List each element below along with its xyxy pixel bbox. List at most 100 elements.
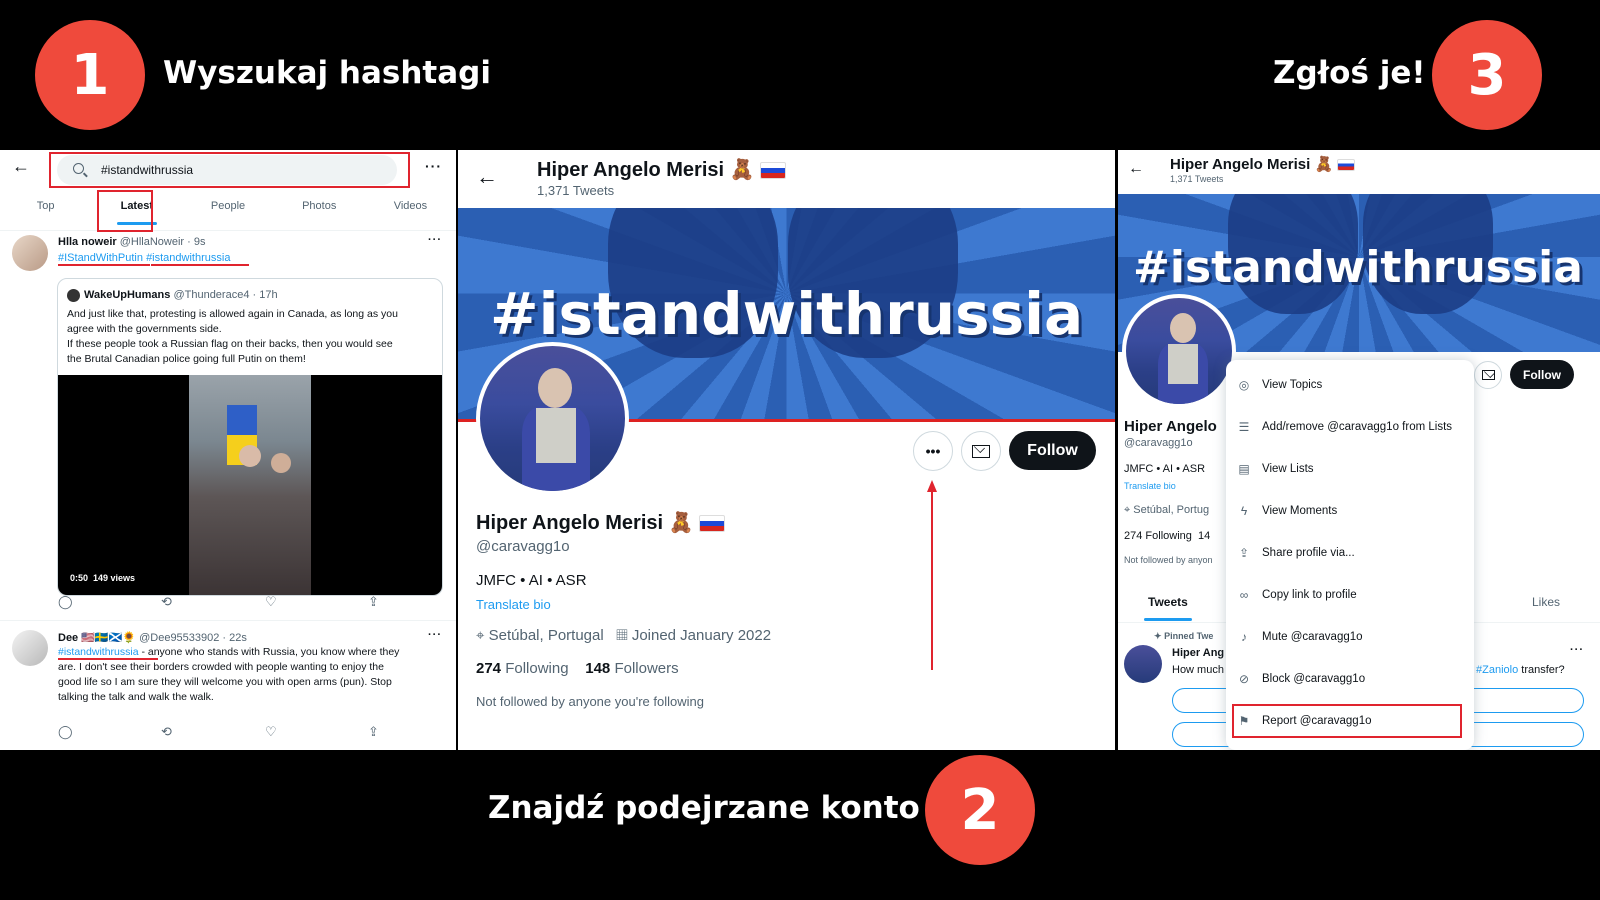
menu-label: View Lists bbox=[1262, 463, 1314, 475]
protester bbox=[239, 445, 261, 467]
translate-bio-link[interactable]: Translate bio bbox=[476, 597, 551, 612]
following-link[interactable]: 274 Following bbox=[1124, 530, 1192, 542]
menu-view-lists[interactable]: ▤ View Lists bbox=[1226, 448, 1474, 490]
retweet-icon[interactable]: ⟲ bbox=[161, 594, 172, 610]
profile-name: Hiper Angelo bbox=[1124, 418, 1217, 435]
hashtag-underline bbox=[151, 264, 249, 266]
follow-button[interactable]: Follow bbox=[1009, 431, 1096, 470]
tab-photos[interactable]: Photos bbox=[274, 195, 365, 230]
author-name[interactable]: Hlla noweir bbox=[58, 236, 117, 248]
step-2-number: 2 bbox=[960, 777, 1000, 843]
profile-bio: JMFC • AI • ASR bbox=[1124, 463, 1206, 475]
joined-text: Joined January 2022 bbox=[631, 627, 772, 644]
more-options-button[interactable]: ••• bbox=[913, 431, 953, 471]
menu-label: Block @caravagg1o bbox=[1262, 673, 1366, 685]
profile-name-text: Hiper Angelo Merisi 🧸 bbox=[476, 512, 694, 534]
envelope-icon bbox=[1481, 370, 1495, 380]
profile-avatar[interactable] bbox=[476, 342, 629, 495]
tab-top[interactable]: Top bbox=[0, 195, 91, 230]
search-results-panel: ← #istandwithrussia ··· Top Latest Peopl… bbox=[0, 150, 456, 750]
tweet-author: Hlla noweir @HllaNoweir · 9s bbox=[58, 236, 206, 248]
more-options-icon[interactable]: ··· bbox=[425, 158, 442, 174]
hashtag-link[interactable]: #istandwithrussia bbox=[146, 252, 230, 264]
author-handle: @HllaNoweir · 9s bbox=[119, 236, 206, 248]
hashtag-link[interactable]: #Zaniolo bbox=[1476, 664, 1518, 676]
russia-flag-icon bbox=[760, 162, 787, 180]
menu-label: Add/remove @caravagg1o from Lists bbox=[1262, 421, 1453, 433]
share-icon: ⇪ bbox=[1238, 546, 1250, 560]
header-name: Hiper Angelo Merisi 🧸 bbox=[537, 157, 787, 182]
menu-label: Share profile via... bbox=[1262, 547, 1355, 559]
lists-icon: ▤ bbox=[1238, 462, 1250, 476]
video-player[interactable]: 0:50 149 views bbox=[58, 375, 442, 595]
profile-handle: @caravagg1o bbox=[476, 538, 570, 555]
share-icon[interactable]: ⇪ bbox=[368, 594, 379, 610]
search-tabs: Top Latest People Photos Videos bbox=[0, 195, 456, 231]
tweet-more-icon[interactable]: ··· bbox=[1570, 644, 1584, 656]
quote-author-name: WakeUpHumans bbox=[84, 289, 171, 301]
tweet-text: #istandwithrussia - anyone who stands wi… bbox=[58, 645, 448, 705]
avatar[interactable] bbox=[12, 630, 48, 666]
tab-tweets[interactable]: Tweets bbox=[1148, 595, 1188, 609]
menu-copy-link[interactable]: ∞ Copy link to profile bbox=[1226, 574, 1474, 616]
step-2-circle: 2 bbox=[925, 755, 1035, 865]
back-arrow-icon[interactable]: ← bbox=[1128, 160, 1144, 178]
list-add-icon: ☰ bbox=[1238, 420, 1250, 434]
latest-tab-highlight-box bbox=[97, 190, 153, 232]
retweet-icon[interactable]: ⟲ bbox=[161, 724, 172, 740]
header-name: Hiper Angelo Merisi 🧸 bbox=[1170, 155, 1356, 173]
location-text: Setúbal, Portug bbox=[1133, 504, 1210, 516]
calendar-icon: ▦ bbox=[616, 627, 628, 644]
hashtag-link[interactable]: #IStandWithPutin bbox=[58, 252, 143, 264]
header-name-text: Hiper Angelo Merisi 🧸 bbox=[537, 159, 755, 181]
location-icon: ⌖ bbox=[1124, 504, 1131, 516]
reply-icon[interactable]: ◯ bbox=[58, 594, 73, 610]
follow-button[interactable]: Follow bbox=[1510, 360, 1574, 389]
profile-avatar[interactable] bbox=[1122, 294, 1236, 408]
avatar[interactable] bbox=[12, 235, 48, 271]
topics-icon: ◎ bbox=[1238, 378, 1250, 392]
quote-author: WakeUpHumans @Thunderace4 · 17h bbox=[84, 289, 278, 301]
reply-icon[interactable]: ◯ bbox=[58, 724, 73, 740]
followers-count: 148 bbox=[585, 660, 611, 677]
author-name[interactable]: Dee 🇺🇸🇸🇪🏴󠁧󠁢󠁳󠁣󠁴󠁿🌻 bbox=[58, 632, 136, 644]
pinned-author: Hiper Ang bbox=[1172, 647, 1225, 659]
avatar[interactable] bbox=[1124, 645, 1162, 683]
following-link[interactable]: 274 Following bbox=[476, 660, 569, 677]
message-button[interactable] bbox=[961, 431, 1001, 471]
menu-share-profile[interactable]: ⇪ Share profile via... bbox=[1226, 532, 1474, 574]
menu-block[interactable]: ⊘ Block @caravagg1o bbox=[1226, 658, 1474, 700]
search-highlight-box bbox=[49, 152, 410, 188]
back-arrow-icon[interactable]: ← bbox=[12, 156, 30, 177]
tweet-more-icon[interactable]: ··· bbox=[428, 234, 442, 246]
pinned-text-start: How much bbox=[1172, 664, 1224, 676]
quoted-tweet[interactable]: WakeUpHumans @Thunderace4 · 17h And just… bbox=[57, 278, 443, 596]
menu-view-moments[interactable]: ϟ View Moments bbox=[1226, 490, 1474, 532]
tweets-count: 1,371 Tweets bbox=[537, 183, 615, 198]
header-name-text: Hiper Angelo Merisi 🧸 bbox=[1170, 156, 1334, 173]
menu-label: Mute @caravagg1o bbox=[1262, 631, 1363, 643]
tab-people[interactable]: People bbox=[182, 195, 273, 230]
tab-likes[interactable]: Likes bbox=[1532, 595, 1560, 609]
share-icon[interactable]: ⇪ bbox=[368, 724, 379, 740]
following-label: Following bbox=[505, 660, 569, 677]
menu-label: View Moments bbox=[1262, 505, 1338, 517]
pinned-label: ✦ Pinned Twe bbox=[1154, 631, 1213, 642]
hashtag-underline bbox=[58, 264, 150, 266]
tweet-line: are. I don't see their borders crowded w… bbox=[58, 661, 384, 673]
message-button[interactable] bbox=[1474, 361, 1502, 389]
hashtag-link[interactable]: #istandwithrussia bbox=[58, 646, 139, 658]
followers-link[interactable]: 148 Followers bbox=[585, 660, 678, 677]
moments-icon: ϟ bbox=[1240, 504, 1248, 518]
link-icon: ∞ bbox=[1239, 588, 1249, 602]
tab-videos[interactable]: Videos bbox=[365, 195, 456, 230]
back-arrow-icon[interactable]: ← bbox=[476, 164, 498, 190]
report-highlight-box bbox=[1232, 704, 1462, 738]
like-icon[interactable]: ♡ bbox=[265, 594, 277, 610]
translate-bio-link[interactable]: Translate bio bbox=[1124, 481, 1176, 491]
like-icon[interactable]: ♡ bbox=[265, 724, 277, 740]
menu-view-topics[interactable]: ◎ View Topics bbox=[1226, 364, 1474, 406]
menu-add-remove-lists[interactable]: ☰ Add/remove @caravagg1o from Lists bbox=[1226, 406, 1474, 448]
tweet-more-icon[interactable]: ··· bbox=[428, 629, 442, 641]
menu-mute[interactable]: ♪ Mute @caravagg1o bbox=[1226, 616, 1474, 658]
